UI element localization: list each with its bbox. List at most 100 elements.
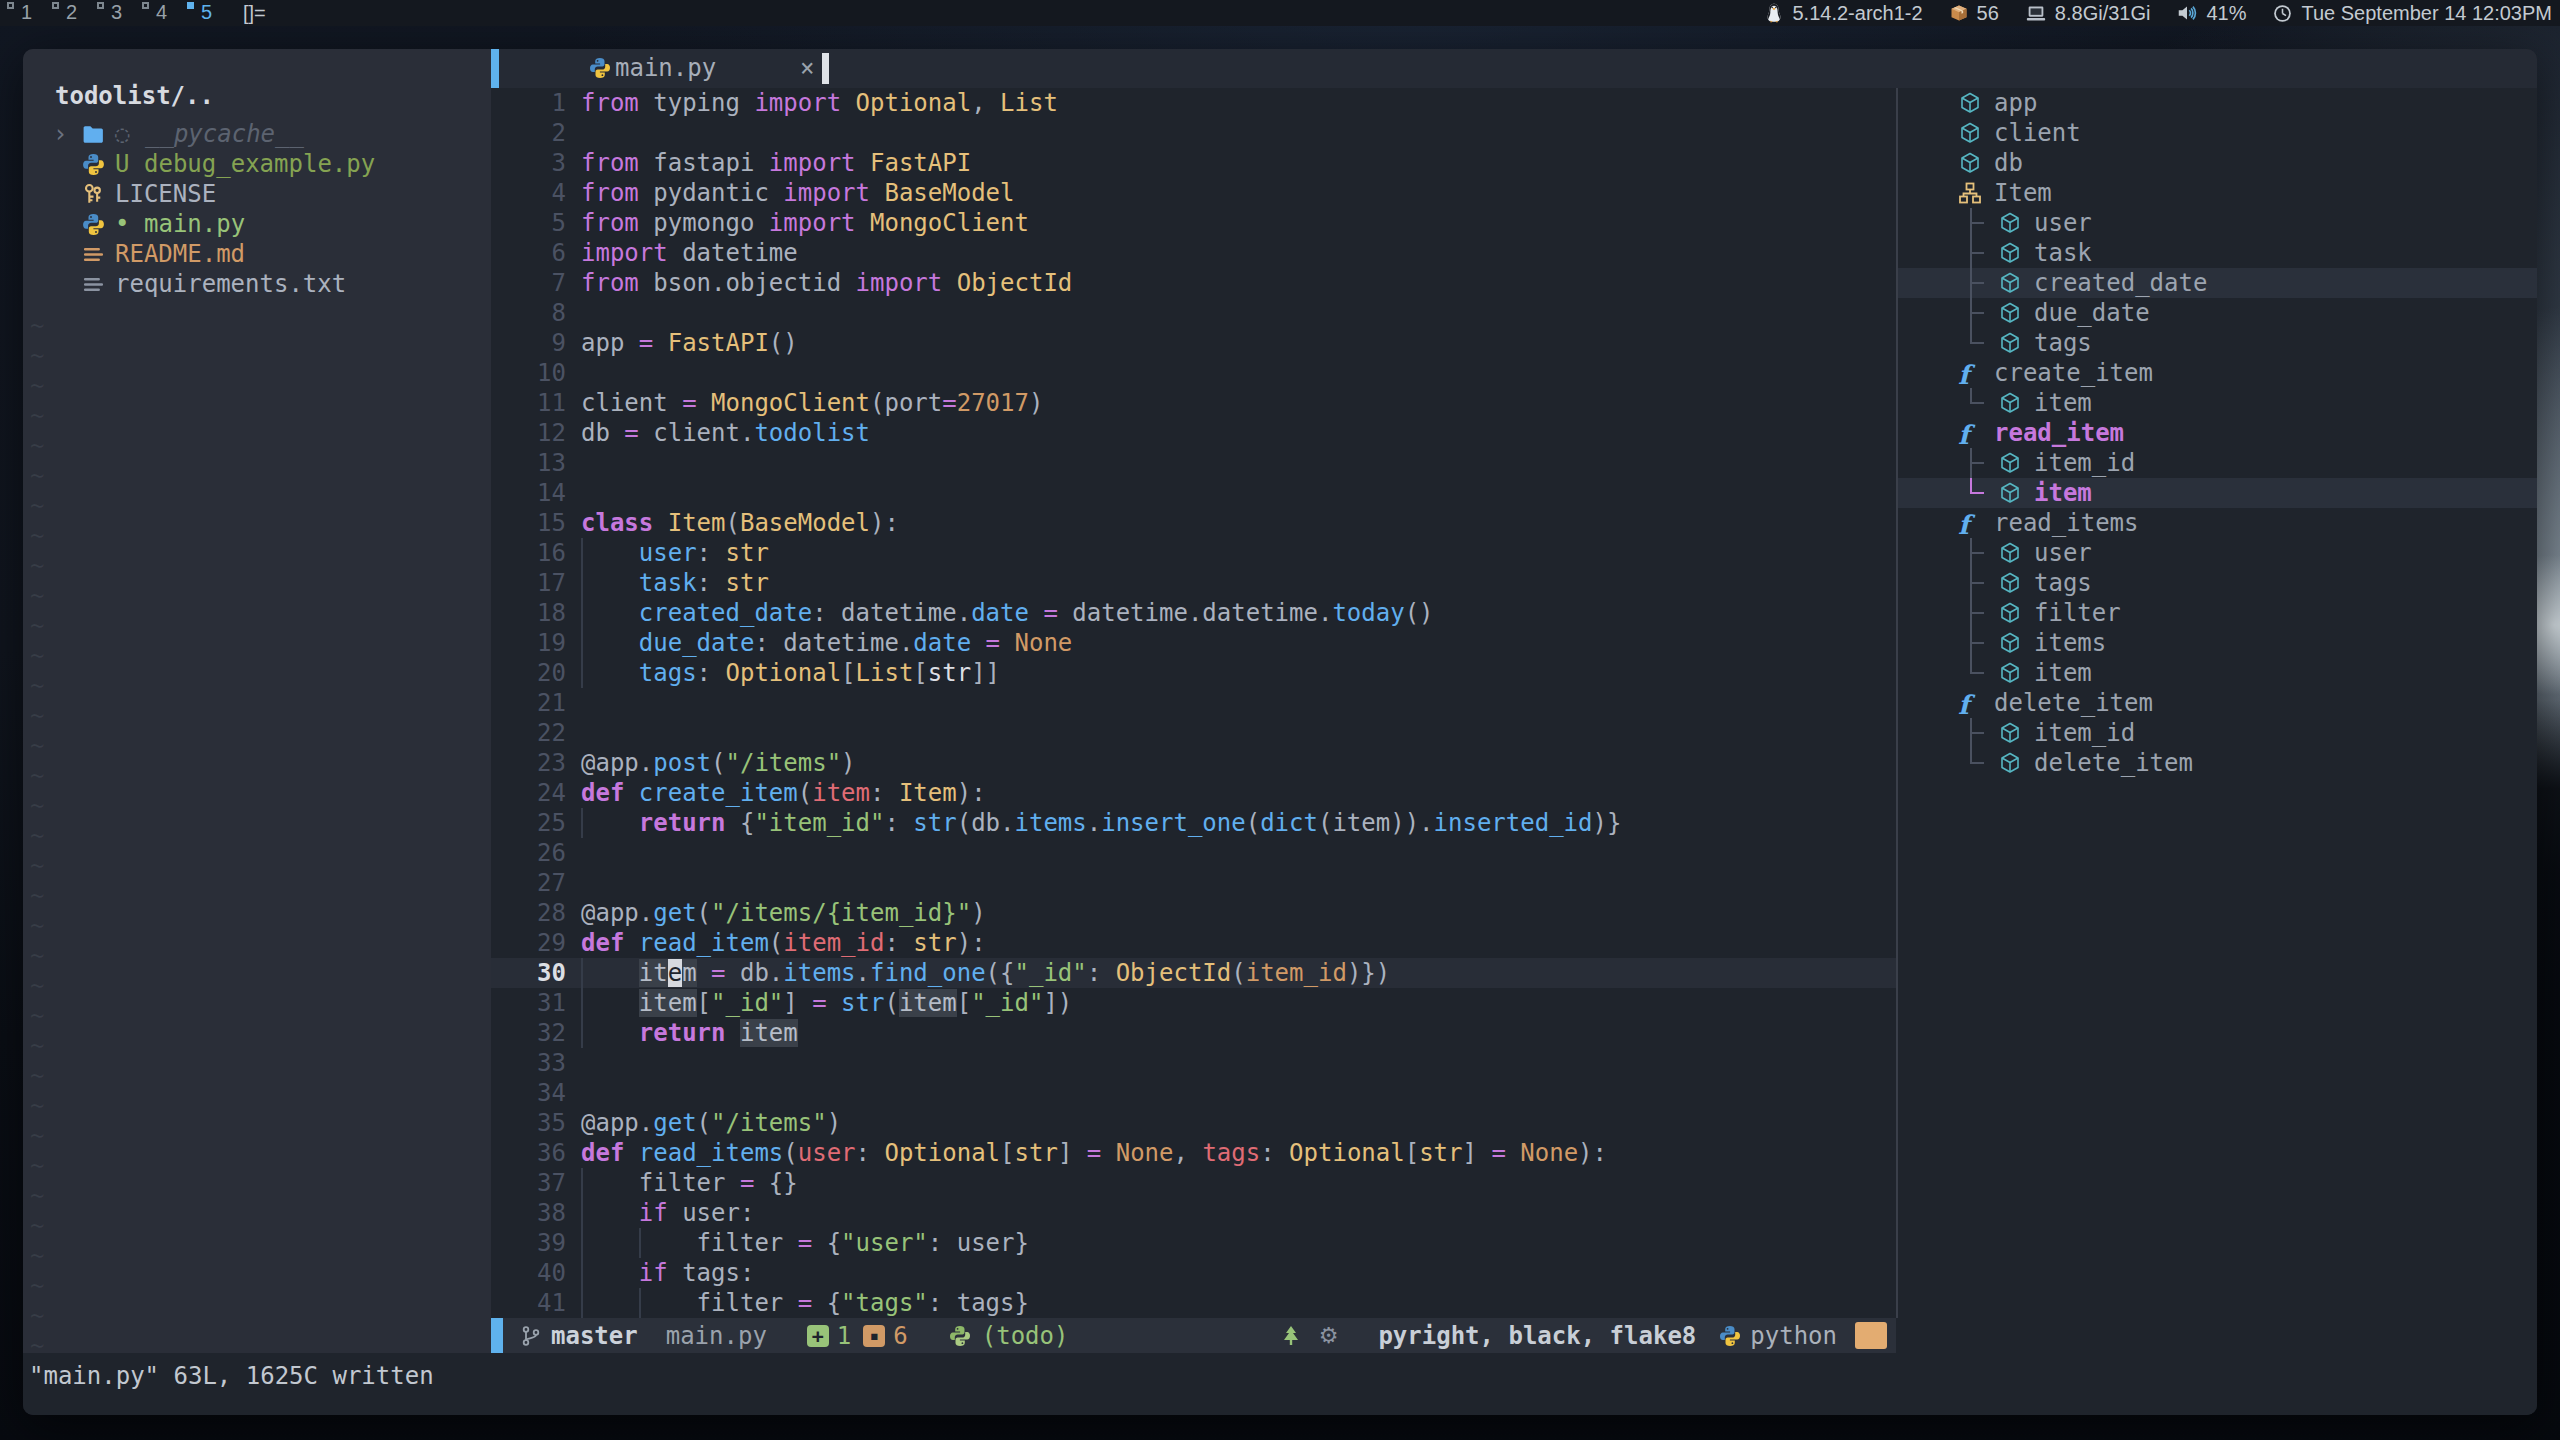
code-line-32[interactable]: 32 return item [491, 1018, 1896, 1048]
code-line-15[interactable]: 15class Item(BaseModel): [491, 508, 1896, 538]
outline-symbol-filter[interactable]: filter [1898, 598, 2537, 628]
empty-line-tilde: ~ [30, 611, 44, 641]
code-line-27[interactable]: 27 [491, 868, 1896, 898]
workspace-tag-5[interactable]: 5 [186, 0, 231, 26]
tab-close-icon[interactable]: × [800, 53, 814, 83]
code-line-9[interactable]: 9app = FastAPI() [491, 328, 1896, 358]
code-line-14[interactable]: 14 [491, 478, 1896, 508]
code-line-31[interactable]: 31 item["_id"] = str(item["_id"]) [491, 988, 1896, 1018]
outline-symbol-Item[interactable]: Item [1898, 178, 2537, 208]
code-line-28[interactable]: 28@app.get("/items/{item_id}") [491, 898, 1896, 928]
outline-symbol-item_id[interactable]: item_id [1898, 718, 2537, 748]
code-line-26[interactable]: 26 [491, 838, 1896, 868]
code-line-24[interactable]: 24def create_item(item: Item): [491, 778, 1896, 808]
line-number: 37 [491, 1168, 566, 1198]
line-number: 4 [491, 178, 566, 208]
code-line-34[interactable]: 34 [491, 1078, 1896, 1108]
code-line-19[interactable]: 19 due_date: datetime.date = None [491, 628, 1896, 658]
penguin-icon [1763, 2, 1785, 24]
outline-symbol-due_date[interactable]: due_date [1898, 298, 2537, 328]
code-line-4[interactable]: 4from pydantic import BaseModel [491, 178, 1896, 208]
workspace-tag-2[interactable]: 2 [51, 0, 96, 26]
code-line-20[interactable]: 20 tags: Optional[List[str]] [491, 658, 1896, 688]
outline-symbol-task[interactable]: task [1898, 238, 2537, 268]
outline-symbol-delete_item[interactable]: delete_item [1898, 748, 2537, 778]
code-line-23[interactable]: 23@app.post("/items") [491, 748, 1896, 778]
outline-symbol-read_item[interactable]: fread_item [1898, 418, 2537, 448]
code-line-16[interactable]: 16 user: str [491, 538, 1896, 568]
line-number: 12 [491, 418, 566, 448]
code-line-17[interactable]: 17 task: str [491, 568, 1896, 598]
code-line-2[interactable]: 2 [491, 118, 1896, 148]
code-line-5[interactable]: 5from pymongo import MongoClient [491, 208, 1896, 238]
status-memory: 8.8Gi/31Gi [2025, 2, 2151, 25]
tree-root-header[interactable]: todolist/.. [55, 81, 214, 111]
code-line-13[interactable]: 13 [491, 448, 1896, 478]
outline-symbol-delete_item[interactable]: fdelete_item [1898, 688, 2537, 718]
code-editor[interactable]: 1from typing import Optional, List23from… [491, 88, 1896, 1318]
workspace-tag-3[interactable]: 3 [96, 0, 141, 26]
code-line-25[interactable]: 25 return {"item_id": str(db.items.inser… [491, 808, 1896, 838]
chevron-right-icon[interactable]: › [53, 119, 67, 149]
outline-symbol-created_date[interactable]: created_date [1898, 268, 2537, 298]
outline-symbol-app[interactable]: app [1898, 88, 2537, 118]
line-number: 16 [491, 538, 566, 568]
code-line-40[interactable]: 40 if tags: [491, 1258, 1896, 1288]
txtlines-icon [81, 272, 106, 304]
tree-item-main.py[interactable]: •main.py [23, 209, 491, 239]
code-line-37[interactable]: 37 filter = {} [491, 1168, 1896, 1198]
outline-symbol-tags[interactable]: tags [1898, 568, 2537, 598]
empty-line-tilde: ~ [30, 1271, 44, 1301]
code-line-21[interactable]: 21 [491, 688, 1896, 718]
outline-symbol-item[interactable]: item [1898, 478, 2537, 508]
file-name: main.py [144, 209, 245, 239]
line-number: 38 [491, 1198, 566, 1228]
command-line[interactable]: "main.py" 63L, 1625C written [23, 1353, 2537, 1415]
outline-symbol-item_id[interactable]: item_id [1898, 448, 2537, 478]
outline-symbol-tags[interactable]: tags [1898, 328, 2537, 358]
code-line-39[interactable]: 39 filter = {"user": user} [491, 1228, 1896, 1258]
code-line-30[interactable]: 30 item = db.items.find_one({"_id": Obje… [491, 958, 1896, 988]
git-branch-name[interactable]: master [551, 1321, 638, 1351]
empty-line-tilde: ~ [30, 521, 44, 551]
tree-item-README.md[interactable]: README.md [23, 239, 491, 269]
tree-item-__pycache__[interactable]: ›◌__pycache__ [23, 119, 491, 149]
code-line-10[interactable]: 10 [491, 358, 1896, 388]
tab-label[interactable]: main.py [615, 53, 716, 83]
code-line-11[interactable]: 11client = MongoClient(port=27017) [491, 388, 1896, 418]
outline-symbol-user[interactable]: user [1898, 538, 2537, 568]
code-line-7[interactable]: 7from bson.objectid import ObjectId [491, 268, 1896, 298]
outline-symbol-create_item[interactable]: fcreate_item [1898, 358, 2537, 388]
code-line-38[interactable]: 38 if user: [491, 1198, 1896, 1228]
empty-line-tilde: ~ [30, 551, 44, 581]
workspace-tag-1[interactable]: 1 [6, 0, 51, 26]
outline-symbol-items[interactable]: items [1898, 628, 2537, 658]
code-line-12[interactable]: 12db = client.todolist [491, 418, 1896, 448]
tree-item-debug_example.py[interactable]: Udebug_example.py [23, 149, 491, 179]
outline-symbol-db[interactable]: db [1898, 148, 2537, 178]
tree-guide-tick [1970, 762, 1984, 764]
outline-symbol-client[interactable]: client [1898, 118, 2537, 148]
code-line-1[interactable]: 1from typing import Optional, List [491, 88, 1896, 118]
code-line-35[interactable]: 35@app.get("/items") [491, 1108, 1896, 1138]
code-line-33[interactable]: 33 [491, 1048, 1896, 1078]
code-line-22[interactable]: 22 [491, 718, 1896, 748]
code-line-36[interactable]: 36def read_items(user: Optional[str] = N… [491, 1138, 1896, 1168]
outline-symbol-user[interactable]: user [1898, 208, 2537, 238]
outline-symbol-read_items[interactable]: fread_items [1898, 508, 2537, 538]
code-line-18[interactable]: 18 created_date: datetime.date = datetim… [491, 598, 1896, 628]
outline-symbol-item[interactable]: item [1898, 388, 2537, 418]
tree-guide-tick [1970, 342, 1984, 344]
code-line-41[interactable]: 41 filter = {"tags": tags} [491, 1288, 1896, 1318]
tree-item-LICENSE[interactable]: LICENSE [23, 179, 491, 209]
workspace-tag-4[interactable]: 4 [141, 0, 186, 26]
code-line-29[interactable]: 29def read_item(item_id: str): [491, 928, 1896, 958]
status-package: 56 [1949, 2, 1999, 25]
tree-item-requirements.txt[interactable]: requirements.txt [23, 269, 491, 299]
code-line-6[interactable]: 6import datetime [491, 238, 1896, 268]
code-line-3[interactable]: 3from fastapi import FastAPI [491, 148, 1896, 178]
line-number: 9 [491, 328, 566, 358]
code-line-8[interactable]: 8 [491, 298, 1896, 328]
outline-symbol-item[interactable]: item [1898, 658, 2537, 688]
package-icon [1949, 3, 1969, 23]
